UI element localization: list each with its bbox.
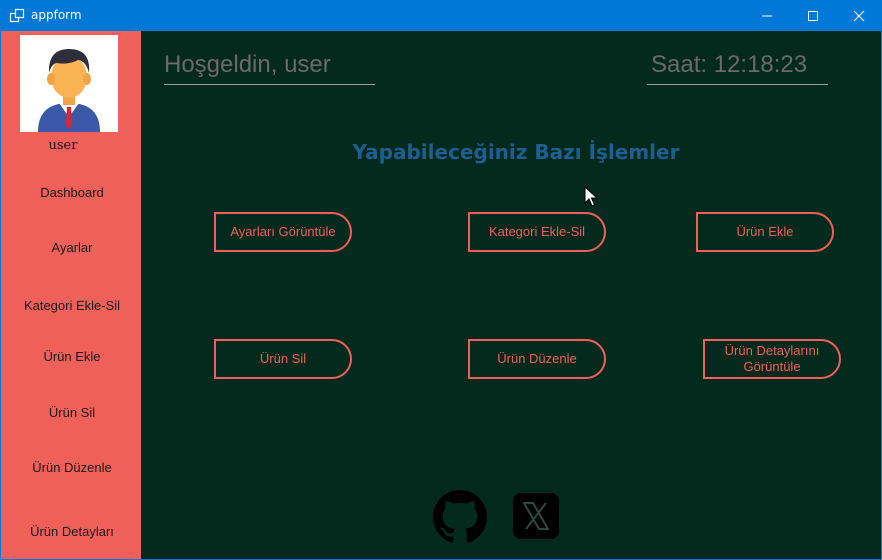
add-product-button[interactable]: Ürün Ekle — [696, 212, 834, 252]
minimize-button[interactable] — [744, 0, 790, 31]
username-label: user — [48, 138, 78, 153]
page-heading: Yapabileceğiniz Bazı İşlemler — [352, 140, 680, 164]
mouse-cursor-icon — [584, 186, 598, 207]
view-settings-button[interactable]: Ayarları Görüntüle — [214, 212, 352, 252]
app-icon — [9, 8, 25, 23]
minimize-icon — [762, 15, 772, 16]
edit-product-button[interactable]: Ürün Düzenle — [468, 339, 606, 379]
close-icon — [853, 10, 865, 21]
welcome-text: Hoşgeldin, user — [164, 51, 331, 78]
maximize-button[interactable] — [790, 0, 836, 31]
github-icon[interactable] — [433, 490, 487, 544]
app-window: appform user Dashboard Ayarlar Kategori … — [0, 0, 882, 560]
welcome-field: Hoşgeldin, user — [164, 50, 375, 85]
sidebar-item-urun-duzenle[interactable]: Ürün Düzenle — [1, 460, 143, 475]
title-bar[interactable]: appform — [0, 0, 882, 31]
sidebar-item-urun-sil[interactable]: Ürün Sil — [1, 405, 143, 420]
clock-field: Saat: 12:18:23 — [647, 50, 828, 85]
sidebar-item-urun-ekle[interactable]: Ürün Ekle — [1, 349, 143, 364]
sidebar-item-urun-detaylari[interactable]: Ürün Detayları — [1, 524, 143, 539]
main-panel: Hoşgeldin, user Saat: 12:18:23 Yapabilec… — [141, 31, 881, 559]
category-add-remove-button[interactable]: Kategori Ekle-Sil — [468, 212, 606, 252]
sidebar-item-ayarlar[interactable]: Ayarlar — [1, 240, 143, 255]
clock-text: Saat: 12:18:23 — [651, 51, 808, 78]
x-icon[interactable] — [512, 492, 566, 546]
maximize-icon — [808, 10, 818, 21]
close-button[interactable] — [836, 0, 882, 31]
view-product-details-button[interactable]: Ürün Detaylarını Görüntüle — [703, 339, 841, 379]
user-avatar-icon — [38, 49, 100, 132]
sidebar-item-kategori[interactable]: Kategori Ekle-Sil — [1, 298, 143, 313]
window-title: appform — [31, 8, 82, 22]
sidebar: user Dashboard Ayarlar Kategori Ekle-Sil… — [1, 31, 141, 559]
delete-product-button[interactable]: Ürün Sil — [214, 339, 352, 379]
sidebar-item-dashboard[interactable]: Dashboard — [1, 185, 143, 200]
avatar — [20, 35, 118, 132]
